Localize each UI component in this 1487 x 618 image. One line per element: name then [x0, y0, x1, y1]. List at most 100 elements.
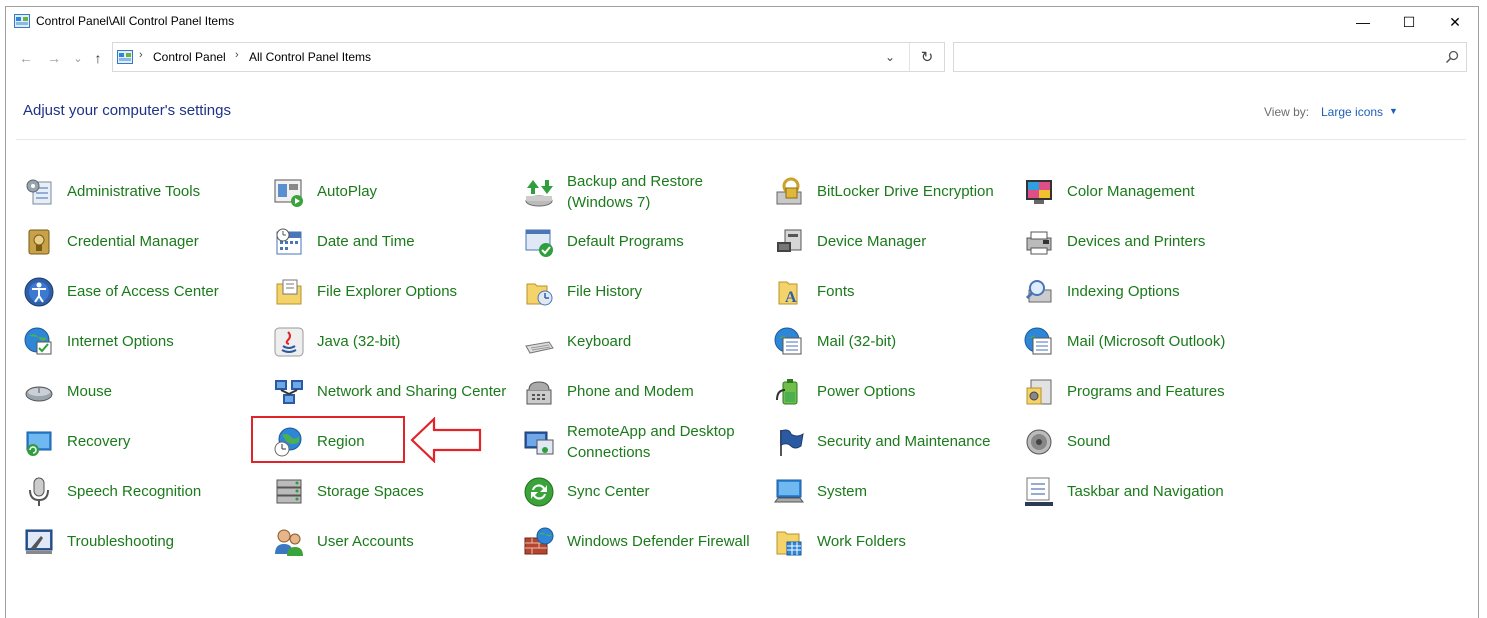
item-label: Ease of Access Center [67, 283, 219, 300]
item-label: Backup and Restore (Windows 7) [567, 173, 703, 211]
item-keyboard[interactable]: Keyboard [523, 322, 763, 362]
firewall-icon [524, 527, 554, 555]
item-sound[interactable]: Sound [1023, 422, 1263, 462]
view-by-caret-icon[interactable]: ▼ [1389, 106, 1398, 116]
address-dropdown-icon[interactable]: ⌄ [878, 43, 902, 71]
item-label: Taskbar and Navigation [1067, 483, 1224, 500]
item-sync-center[interactable]: Sync Center [523, 472, 763, 512]
item-default-programs[interactable]: Default Programs [523, 222, 763, 262]
device-manager-icon [777, 229, 802, 252]
item-file-explorer-options[interactable]: File Explorer Options [273, 272, 513, 312]
item-label: Speech Recognition [67, 483, 202, 500]
back-arrow-icon[interactable]: ← [16, 48, 36, 68]
item-label: Internet Options [67, 333, 174, 350]
svg-text:A: A [785, 289, 797, 306]
item-label: File Explorer Options [317, 283, 458, 300]
item-label: File History [567, 283, 643, 300]
breadcrumb-separator-icon: › [235, 49, 239, 61]
up-arrow-icon[interactable]: ↑ [88, 48, 108, 68]
item-system[interactable]: System [773, 472, 1013, 512]
sound-icon [1026, 429, 1052, 455]
item-storage-spaces[interactable]: Storage Spaces [273, 472, 513, 512]
address-bar[interactable]: › Control Panel › All Control Panel Item… [112, 42, 945, 72]
keyboard-icon [525, 341, 554, 354]
control-panel-icon [117, 50, 133, 64]
item-label: Windows Defender Firewall [567, 533, 750, 550]
recent-locations-icon[interactable]: ⌄ [68, 48, 88, 68]
item-indexing-options[interactable]: Indexing Options [1023, 272, 1263, 312]
control-panel-window: Control Panel\All Control Panel Items — … [5, 6, 1479, 618]
item-credential-manager[interactable]: Credential Manager [23, 222, 263, 262]
work-folders-icon [776, 531, 802, 556]
item-windows-defender-firewall[interactable]: Windows Defender Firewall [523, 522, 763, 562]
breadcrumb-separator-icon: › [139, 49, 143, 61]
item-label: Credential Manager [67, 233, 199, 250]
maximize-button[interactable]: ☐ [1386, 7, 1432, 37]
fonts-icon: A [778, 281, 798, 306]
item-label: Date and Time [317, 233, 415, 250]
item-speech-recognition[interactable]: Speech Recognition [23, 472, 263, 512]
item-label: Storage Spaces [317, 483, 424, 500]
item-label: Mail (32-bit) [817, 333, 897, 350]
color-management-icon [1026, 180, 1052, 204]
date-time-icon [276, 228, 302, 255]
header-divider [16, 139, 1466, 140]
item-fonts[interactable]: A Fonts [773, 272, 1013, 312]
item-user-accounts[interactable]: User Accounts [273, 522, 513, 562]
breadcrumb-all-items[interactable]: All Control Panel Items [249, 50, 371, 64]
minimize-button[interactable]: — [1340, 7, 1386, 37]
mouse-icon [25, 386, 53, 402]
window-title: Control Panel\All Control Panel Items [36, 14, 235, 28]
item-programs-and-features[interactable]: Programs and Features [1023, 372, 1263, 412]
item-phone-and-modem[interactable]: Phone and Modem [523, 372, 763, 412]
search-box[interactable] [953, 42, 1467, 72]
item-mail-32-bit[interactable]: Mail (32-bit) [773, 322, 1013, 362]
search-icon[interactable] [1444, 49, 1460, 65]
forward-arrow-icon[interactable]: → [44, 48, 64, 68]
item-remoteapp-and-desktop-connections[interactable]: RemoteApp and Desktop Connections [523, 422, 763, 462]
user-accounts-icon [275, 529, 303, 556]
control-panel-icon [14, 14, 30, 28]
item-devices-and-printers[interactable]: Devices and Printers [1023, 222, 1263, 262]
item-recovery[interactable]: Recovery [23, 422, 263, 462]
item-file-history[interactable]: File History [523, 272, 763, 312]
item-date-and-time[interactable]: Date and Time [273, 222, 513, 262]
search-input[interactable] [960, 48, 1434, 68]
item-label: Default Programs [567, 233, 684, 250]
item-color-management[interactable]: Color Management [1023, 172, 1263, 212]
file-explorer-options-icon [276, 279, 302, 305]
item-troubleshooting[interactable]: Troubleshooting [23, 522, 263, 562]
item-backup-and-restore-windows-7[interactable]: Backup and Restore (Windows 7) [523, 172, 763, 212]
item-work-folders[interactable]: Work Folders [773, 522, 1013, 562]
item-mail-microsoft-outlook[interactable]: Mail (Microsoft Outlook) [1023, 322, 1263, 362]
item-device-manager[interactable]: Device Manager [773, 222, 1013, 262]
item-internet-options[interactable]: Internet Options [23, 322, 263, 362]
item-bitlocker-drive-encryption[interactable]: BitLocker Drive Encryption [773, 172, 1013, 212]
view-by-dropdown[interactable]: Large icons [1321, 105, 1383, 119]
internet-options-icon [24, 327, 52, 355]
item-label: BitLocker Drive Encryption [817, 183, 994, 200]
item-power-options[interactable]: Power Options [773, 372, 1013, 412]
refresh-icon[interactable]: ↻ [909, 43, 944, 71]
item-administrative-tools[interactable]: Administrative Tools [23, 172, 263, 212]
item-label: RemoteApp and Desktop Connections [567, 423, 735, 461]
item-ease-of-access-center[interactable]: Ease of Access Center [23, 272, 263, 312]
close-button[interactable]: ✕ [1432, 7, 1478, 37]
default-programs-icon [525, 229, 553, 257]
item-taskbar-and-navigation[interactable]: Taskbar and Navigation [1023, 472, 1263, 512]
annotation-arrow-icon [410, 417, 482, 463]
speech-recognition-icon [29, 477, 49, 506]
item-label: Fonts [817, 283, 855, 300]
storage-spaces-icon [276, 479, 302, 504]
breadcrumb-control-panel[interactable]: Control Panel [153, 50, 226, 64]
item-network-and-sharing-center[interactable]: Network and Sharing Center [273, 372, 513, 412]
admin-tools-icon [26, 179, 52, 205]
item-autoplay[interactable]: AutoPlay [273, 172, 513, 212]
item-java-32-bit[interactable]: Java (32-bit) [273, 322, 513, 362]
item-label: Mouse [67, 383, 113, 400]
item-mouse[interactable]: Mouse [23, 372, 263, 412]
item-label: Power Options [817, 383, 916, 400]
item-label: System [817, 483, 868, 500]
item-security-and-maintenance[interactable]: Security and Maintenance [773, 422, 1013, 462]
item-label: Network and Sharing Center [317, 383, 507, 400]
